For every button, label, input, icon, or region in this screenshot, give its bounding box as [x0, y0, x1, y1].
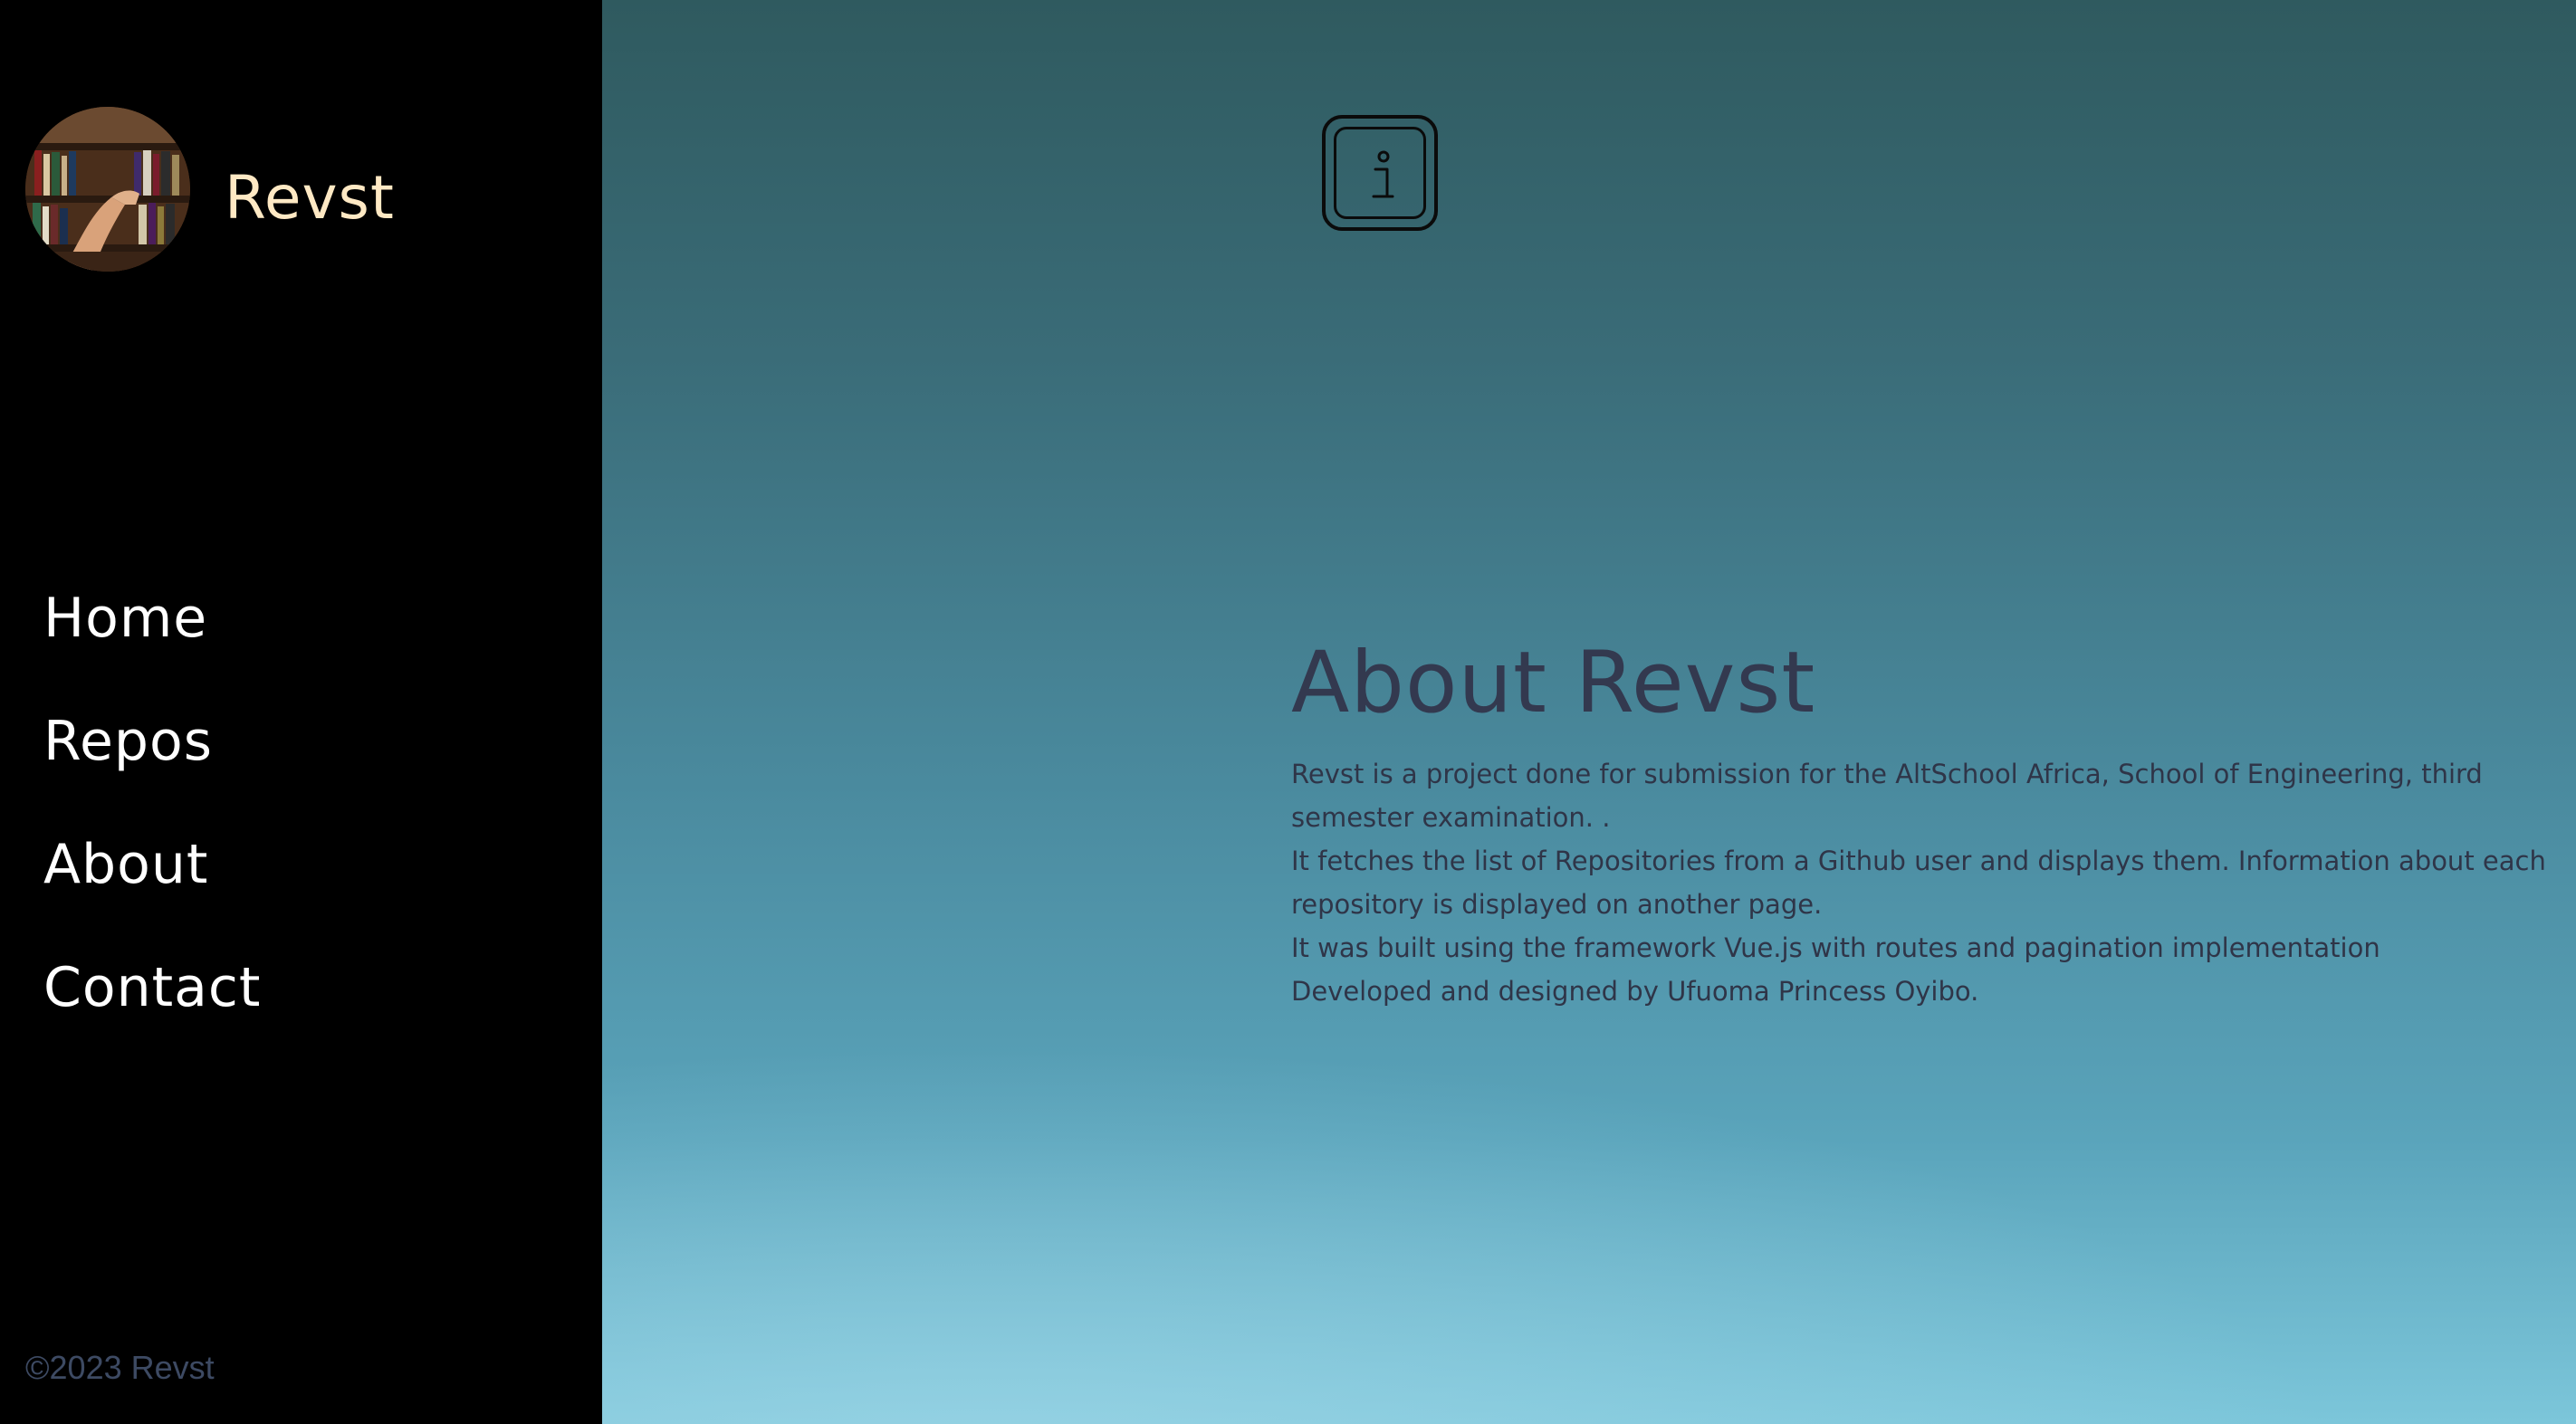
nav-item-contact[interactable]: Contact [43, 949, 261, 1072]
about-paragraph: Developed and designed by Ufuoma Princes… [1291, 976, 1979, 1007]
footer-copyright: ©2023 Revst [25, 1349, 215, 1386]
info-button[interactable] [1322, 115, 1438, 231]
info-icon [1372, 150, 1394, 198]
brand[interactable]: Revst [25, 107, 395, 272]
nav-item-repos[interactable]: Repos [43, 702, 261, 826]
bookshelf-photo-icon [25, 107, 190, 272]
nav-item-home[interactable]: Home [43, 579, 261, 702]
sidebar: Revst Home Repos About Contact ©2023 Rev… [0, 0, 602, 1424]
about-section: About Revst Revst is a project done for … [1291, 634, 2576, 1013]
nav-item-about[interactable]: About [43, 826, 261, 949]
about-paragraph: It fetches the list of Repositories from… [1291, 846, 2546, 920]
main-nav: Home Repos About Contact [43, 579, 261, 1072]
avatar [25, 107, 190, 272]
brand-name: Revst [225, 162, 395, 233]
main-content: About Revst Revst is a project done for … [602, 0, 2576, 1424]
about-paragraph: Revst is a project done for submission f… [1291, 759, 2483, 833]
background-haze [602, 971, 2576, 1424]
about-paragraph: It was built using the framework Vue.js … [1291, 932, 2380, 963]
page-title: About Revst [1291, 634, 1816, 732]
app-root: Revst Home Repos About Contact ©2023 Rev… [0, 0, 2576, 1424]
